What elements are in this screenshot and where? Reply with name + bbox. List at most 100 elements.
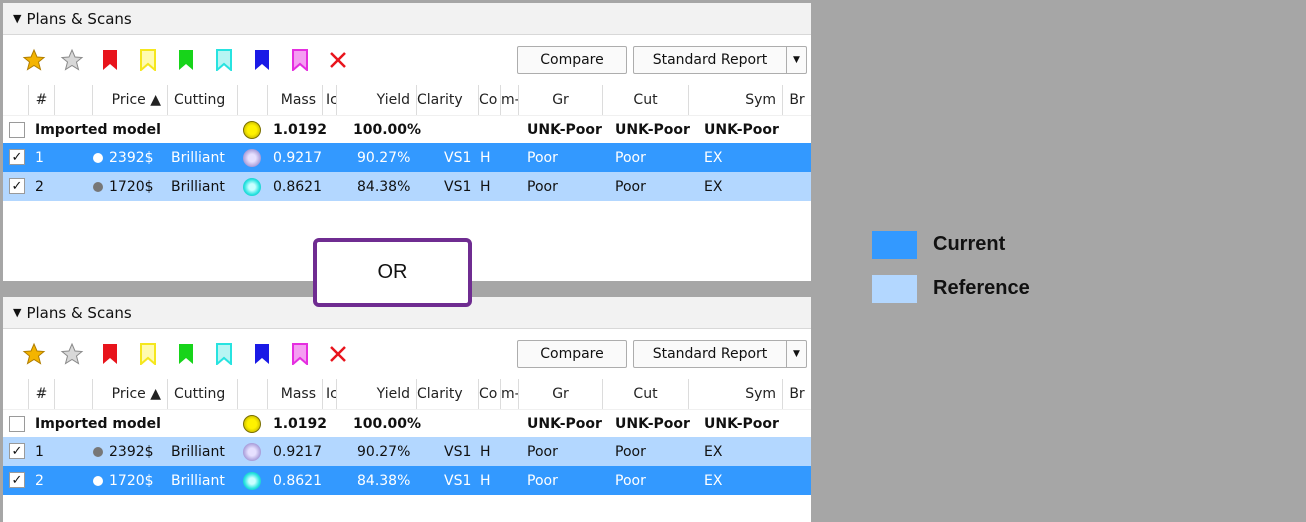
col-cutting[interactable]: Cutting: [168, 379, 238, 409]
col-ic[interactable]: Ic: [323, 85, 337, 115]
col-num[interactable]: #: [29, 85, 55, 115]
col-mass[interactable]: Mass: [268, 379, 323, 409]
legend-label-reference: Reference: [933, 277, 1030, 299]
col-gem[interactable]: [238, 379, 268, 409]
yellow-flag-icon[interactable]: [133, 45, 163, 75]
plan-row-2[interactable]: ✓ 2 1720$ Brilliant 0.8621 84.38% VS1 H …: [3, 466, 811, 495]
col-gr[interactable]: Gr: [519, 85, 603, 115]
col-price[interactable]: Price ▲: [93, 379, 168, 409]
panel-header[interactable]: ▼ Plans & Scans: [3, 3, 811, 35]
col-gem[interactable]: [238, 85, 268, 115]
red-flag-icon[interactable]: [95, 339, 125, 369]
col-clarity[interactable]: Clarity: [417, 85, 479, 115]
yield-value: 90.27%: [357, 149, 411, 166]
sym-value: EX: [704, 149, 723, 166]
col-clarity[interactable]: Clarity: [417, 379, 479, 409]
row-checkbox[interactable]: ✓: [9, 178, 25, 194]
cut-value: Poor: [615, 149, 646, 166]
legend-label-current: Current: [933, 233, 1006, 255]
col-blank[interactable]: [55, 379, 93, 409]
sym-value: EX: [704, 443, 723, 460]
cutting-value: Brilliant: [171, 149, 225, 166]
plan-row-2[interactable]: ✓ 2 1720$ Brilliant 0.8621 84.38% VS1 H …: [3, 172, 811, 201]
mass-value: 0.9217: [273, 443, 322, 460]
col-gr[interactable]: Gr: [519, 379, 603, 409]
col-num[interactable]: #: [29, 379, 55, 409]
imported-model-row[interactable]: Imported model 1.0192 100.00% UNK-Poor U…: [3, 115, 811, 143]
gray-star-icon[interactable]: [57, 45, 87, 75]
col-check[interactable]: [3, 85, 29, 115]
blue-flag-icon[interactable]: [247, 339, 277, 369]
gr-value: Poor: [527, 472, 558, 489]
row-number: 2: [35, 178, 44, 195]
status-dot-icon: [93, 466, 103, 495]
gr-value: Poor: [527, 443, 558, 460]
dropdown-arrow-icon[interactable]: ▼: [786, 341, 806, 367]
cut-value: Poor: [615, 178, 646, 195]
col-cutting[interactable]: Cutting: [168, 85, 238, 115]
magenta-flag-icon[interactable]: [285, 45, 315, 75]
price-value: 2392$: [109, 149, 154, 166]
col-cut[interactable]: Cut: [603, 379, 689, 409]
plan-row-1[interactable]: ✓ 1 2392$ Brilliant 0.9217 90.27% VS1 H …: [3, 437, 811, 466]
yield-value: 90.27%: [357, 443, 411, 460]
legend-swatch-reference: [872, 275, 917, 303]
cyan-flag-icon[interactable]: [209, 45, 239, 75]
toolbar: Compare Standard Report ▼: [3, 329, 811, 379]
col-mass[interactable]: Mass: [268, 85, 323, 115]
col-check[interactable]: [3, 379, 29, 409]
row-checkbox[interactable]: ✓: [9, 149, 25, 165]
collapse-triangle-icon[interactable]: ▼: [13, 12, 21, 25]
gem-icon: [243, 143, 261, 172]
price-value: 1720$: [109, 178, 154, 195]
price-value: 2392$: [109, 443, 154, 460]
col-sym[interactable]: Sym: [689, 379, 783, 409]
col-yield[interactable]: Yield: [337, 379, 417, 409]
gem-icon: [243, 410, 261, 437]
magenta-flag-icon[interactable]: [285, 339, 315, 369]
col-blank[interactable]: [55, 85, 93, 115]
gem-icon: [243, 172, 261, 201]
col-br[interactable]: Br: [783, 85, 811, 115]
blue-flag-icon[interactable]: [247, 45, 277, 75]
gold-star-icon[interactable]: [19, 339, 49, 369]
row-checkbox[interactable]: ✓: [9, 443, 25, 459]
red-x-icon[interactable]: [323, 339, 353, 369]
row-checkbox[interactable]: [9, 416, 25, 432]
mass-value: 1.0192: [273, 121, 328, 138]
dropdown-arrow-icon[interactable]: ▼: [786, 47, 806, 73]
price-value: 1720$: [109, 472, 154, 489]
red-x-icon[interactable]: [323, 45, 353, 75]
col-color[interactable]: Co: [479, 379, 501, 409]
col-br[interactable]: Br: [783, 379, 811, 409]
col-m[interactable]: m-: [501, 85, 519, 115]
standard-report-button[interactable]: Standard Report ▼: [633, 46, 807, 74]
compare-button[interactable]: Compare: [517, 46, 627, 74]
col-price[interactable]: Price ▲: [93, 85, 168, 115]
yellow-flag-icon[interactable]: [133, 339, 163, 369]
mass-value: 0.8621: [273, 178, 322, 195]
imported-model-row[interactable]: Imported model 1.0192 100.00% UNK-Poor U…: [3, 409, 811, 437]
panel-title: Plans & Scans: [26, 303, 132, 322]
col-yield[interactable]: Yield: [337, 85, 417, 115]
green-flag-icon[interactable]: [171, 339, 201, 369]
sym-value: EX: [704, 472, 723, 489]
standard-report-button[interactable]: Standard Report ▼: [633, 340, 807, 368]
collapse-triangle-icon[interactable]: ▼: [13, 306, 21, 319]
row-number: 1: [35, 149, 44, 166]
gray-star-icon[interactable]: [57, 339, 87, 369]
col-m[interactable]: m-: [501, 379, 519, 409]
sym-value: UNK-Poor: [704, 121, 779, 138]
compare-button[interactable]: Compare: [517, 340, 627, 368]
plan-row-1[interactable]: ✓ 1 2392$ Brilliant 0.9217 90.27% VS1 H …: [3, 143, 811, 172]
col-ic[interactable]: Ic: [323, 379, 337, 409]
green-flag-icon[interactable]: [171, 45, 201, 75]
red-flag-icon[interactable]: [95, 45, 125, 75]
col-cut[interactable]: Cut: [603, 85, 689, 115]
gold-star-icon[interactable]: [19, 45, 49, 75]
row-checkbox[interactable]: ✓: [9, 472, 25, 488]
col-sym[interactable]: Sym: [689, 85, 783, 115]
cyan-flag-icon[interactable]: [209, 339, 239, 369]
row-checkbox[interactable]: [9, 122, 25, 138]
col-color[interactable]: Co: [479, 85, 501, 115]
